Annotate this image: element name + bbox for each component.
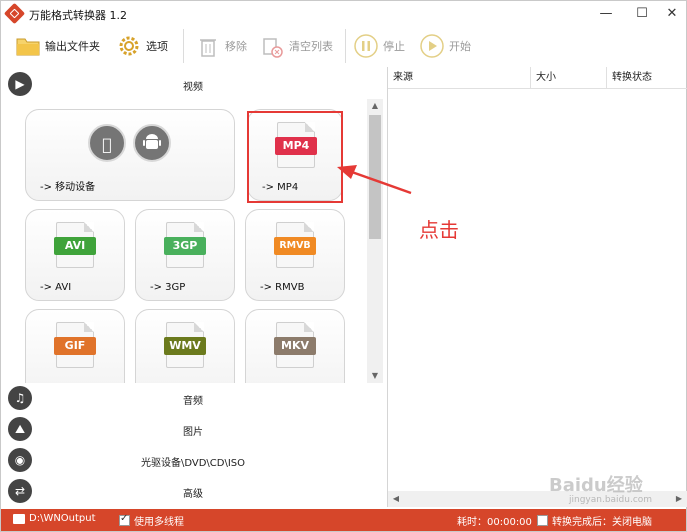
rmvb-badge: RMVB xyxy=(274,237,316,255)
play-icon xyxy=(420,34,444,58)
close-button[interactable]: ✕ xyxy=(657,3,687,25)
mkv-badge: MKV xyxy=(274,337,316,355)
category-audio[interactable]: ♫ 音频 xyxy=(1,383,385,413)
column-source[interactable]: 来源 xyxy=(388,67,531,89)
wmv-file-icon: WMV xyxy=(164,322,206,368)
format-card-rmvb[interactable]: RMVB -> RMVB xyxy=(245,209,345,301)
remove-button[interactable]: 移除 xyxy=(195,31,247,61)
format-grid-scrollbar[interactable]: ▲ ▼ xyxy=(367,99,383,383)
output-folder-label: 输出文件夹 xyxy=(45,40,100,53)
3gp-file-icon: 3GP xyxy=(164,222,206,268)
android-icon xyxy=(133,124,171,162)
app-logo-icon xyxy=(3,2,26,25)
column-size[interactable]: 大小 xyxy=(531,67,607,89)
elapsed-time: 耗时：00:00:00 xyxy=(457,517,532,528)
clear-list-icon xyxy=(263,38,283,58)
stop-button[interactable]: 停止 xyxy=(353,31,405,61)
stop-label: 停止 xyxy=(383,40,405,53)
status-bar: D:\WNOutput 使用多线程 耗时：00:00:00 转换完成后：关闭电脑 xyxy=(1,509,686,531)
gif-badge: GIF xyxy=(54,337,96,355)
avi-file-icon: AVI xyxy=(54,222,96,268)
scroll-down-icon[interactable]: ▼ xyxy=(367,369,383,383)
format-card-wmv[interactable]: WMV xyxy=(135,309,235,383)
format-card-mobile[interactable]:  -> 移动设备 xyxy=(25,109,235,201)
app-window: 万能格式转换器 1.2 — ☐ ✕ 输出文件夹 选项 移除 清空列表 停止 开始… xyxy=(0,0,687,532)
start-button[interactable]: 开始 xyxy=(419,31,471,61)
trash-icon xyxy=(200,39,216,57)
toolbar-divider xyxy=(345,29,346,63)
folder-icon xyxy=(13,513,25,524)
category-video-label: 视频 xyxy=(183,82,203,93)
3gp-badge: 3GP xyxy=(164,237,206,255)
pause-icon xyxy=(354,34,378,58)
annotation-arrow-icon xyxy=(337,165,412,195)
scroll-left-icon[interactable]: ◀ xyxy=(388,491,404,507)
category-disc-label: 光驱设备\DVD\CD\ISO xyxy=(140,458,246,469)
output-path-label: D:\WNOutput xyxy=(29,513,96,524)
clear-list-label: 清空列表 xyxy=(289,40,333,53)
column-status[interactable]: 转换状态 xyxy=(607,67,687,89)
after-convert-label: 转换完成后：关闭电脑 xyxy=(552,517,652,528)
title-bar: 万能格式转换器 1.2 — ☐ ✕ xyxy=(1,1,686,27)
options-button[interactable]: 选项 xyxy=(116,31,168,61)
remove-label: 移除 xyxy=(225,40,247,53)
format-card-label: -> AVI xyxy=(40,282,72,293)
scroll-up-icon[interactable]: ▲ xyxy=(367,99,383,113)
toolbar-divider xyxy=(183,29,184,63)
category-advanced-label: 高级 xyxy=(183,489,203,500)
watermark: Baidu经验 xyxy=(549,475,643,496)
format-card-label: -> 移动设备 xyxy=(40,182,96,193)
wmv-badge: WMV xyxy=(164,337,206,355)
multithread-option[interactable]: 使用多线程 xyxy=(119,513,184,528)
watermark-url: jingyan.baidu.com xyxy=(569,495,653,505)
maximize-button[interactable]: ☐ xyxy=(627,3,657,25)
multithread-checkbox[interactable] xyxy=(119,513,130,526)
category-video[interactable]: ▶ 视频 xyxy=(1,69,385,99)
output-folder-button[interactable]: 输出文件夹 xyxy=(15,31,100,61)
after-convert-option[interactable]: 转换完成后：关闭电脑 xyxy=(537,513,652,528)
category-disc[interactable]: ◉ 光驱设备\DVD\CD\ISO xyxy=(1,445,385,475)
gear-icon xyxy=(119,36,139,56)
avi-badge: AVI xyxy=(54,237,96,255)
format-card-gif[interactable]: GIF xyxy=(25,309,125,383)
scroll-right-icon[interactable]: ▶ xyxy=(671,491,687,507)
format-card-label: -> RMVB xyxy=(260,282,305,293)
category-audio-label: 音频 xyxy=(183,396,203,407)
category-image-label: 图片 xyxy=(183,427,203,438)
folder-icon xyxy=(16,38,40,56)
output-path[interactable]: D:\WNOutput xyxy=(13,513,96,524)
options-label: 选项 xyxy=(146,40,168,53)
category-image[interactable]: ⛰ 图片 xyxy=(1,414,385,444)
after-convert-checkbox[interactable] xyxy=(537,515,548,526)
rmvb-file-icon: RMVB xyxy=(274,222,316,268)
format-card-avi[interactable]: AVI -> AVI xyxy=(25,209,125,301)
start-label: 开始 xyxy=(449,40,471,53)
clear-list-button[interactable]: 清空列表 xyxy=(259,31,333,61)
mp4-highlight-box xyxy=(247,111,343,203)
window-title: 万能格式转换器 1.2 xyxy=(29,9,127,22)
format-card-3gp[interactable]: 3GP -> 3GP xyxy=(135,209,235,301)
multithread-label: 使用多线程 xyxy=(134,517,184,528)
category-advanced[interactable]: ⇄ 高级 xyxy=(1,476,385,506)
format-card-label: -> 3GP xyxy=(150,282,186,293)
apple-icon:  xyxy=(88,124,126,162)
click-annotation: 点击 xyxy=(419,218,459,242)
minimize-button[interactable]: — xyxy=(591,3,621,25)
mkv-file-icon: MKV xyxy=(274,322,316,368)
gif-file-icon: GIF xyxy=(54,322,96,368)
file-list-panel: 来源 大小 转换状态 ◀ ▶ xyxy=(387,67,687,507)
format-card-mkv[interactable]: MKV xyxy=(245,309,345,383)
toolbar: 输出文件夹 选项 移除 清空列表 停止 开始 xyxy=(1,27,686,65)
